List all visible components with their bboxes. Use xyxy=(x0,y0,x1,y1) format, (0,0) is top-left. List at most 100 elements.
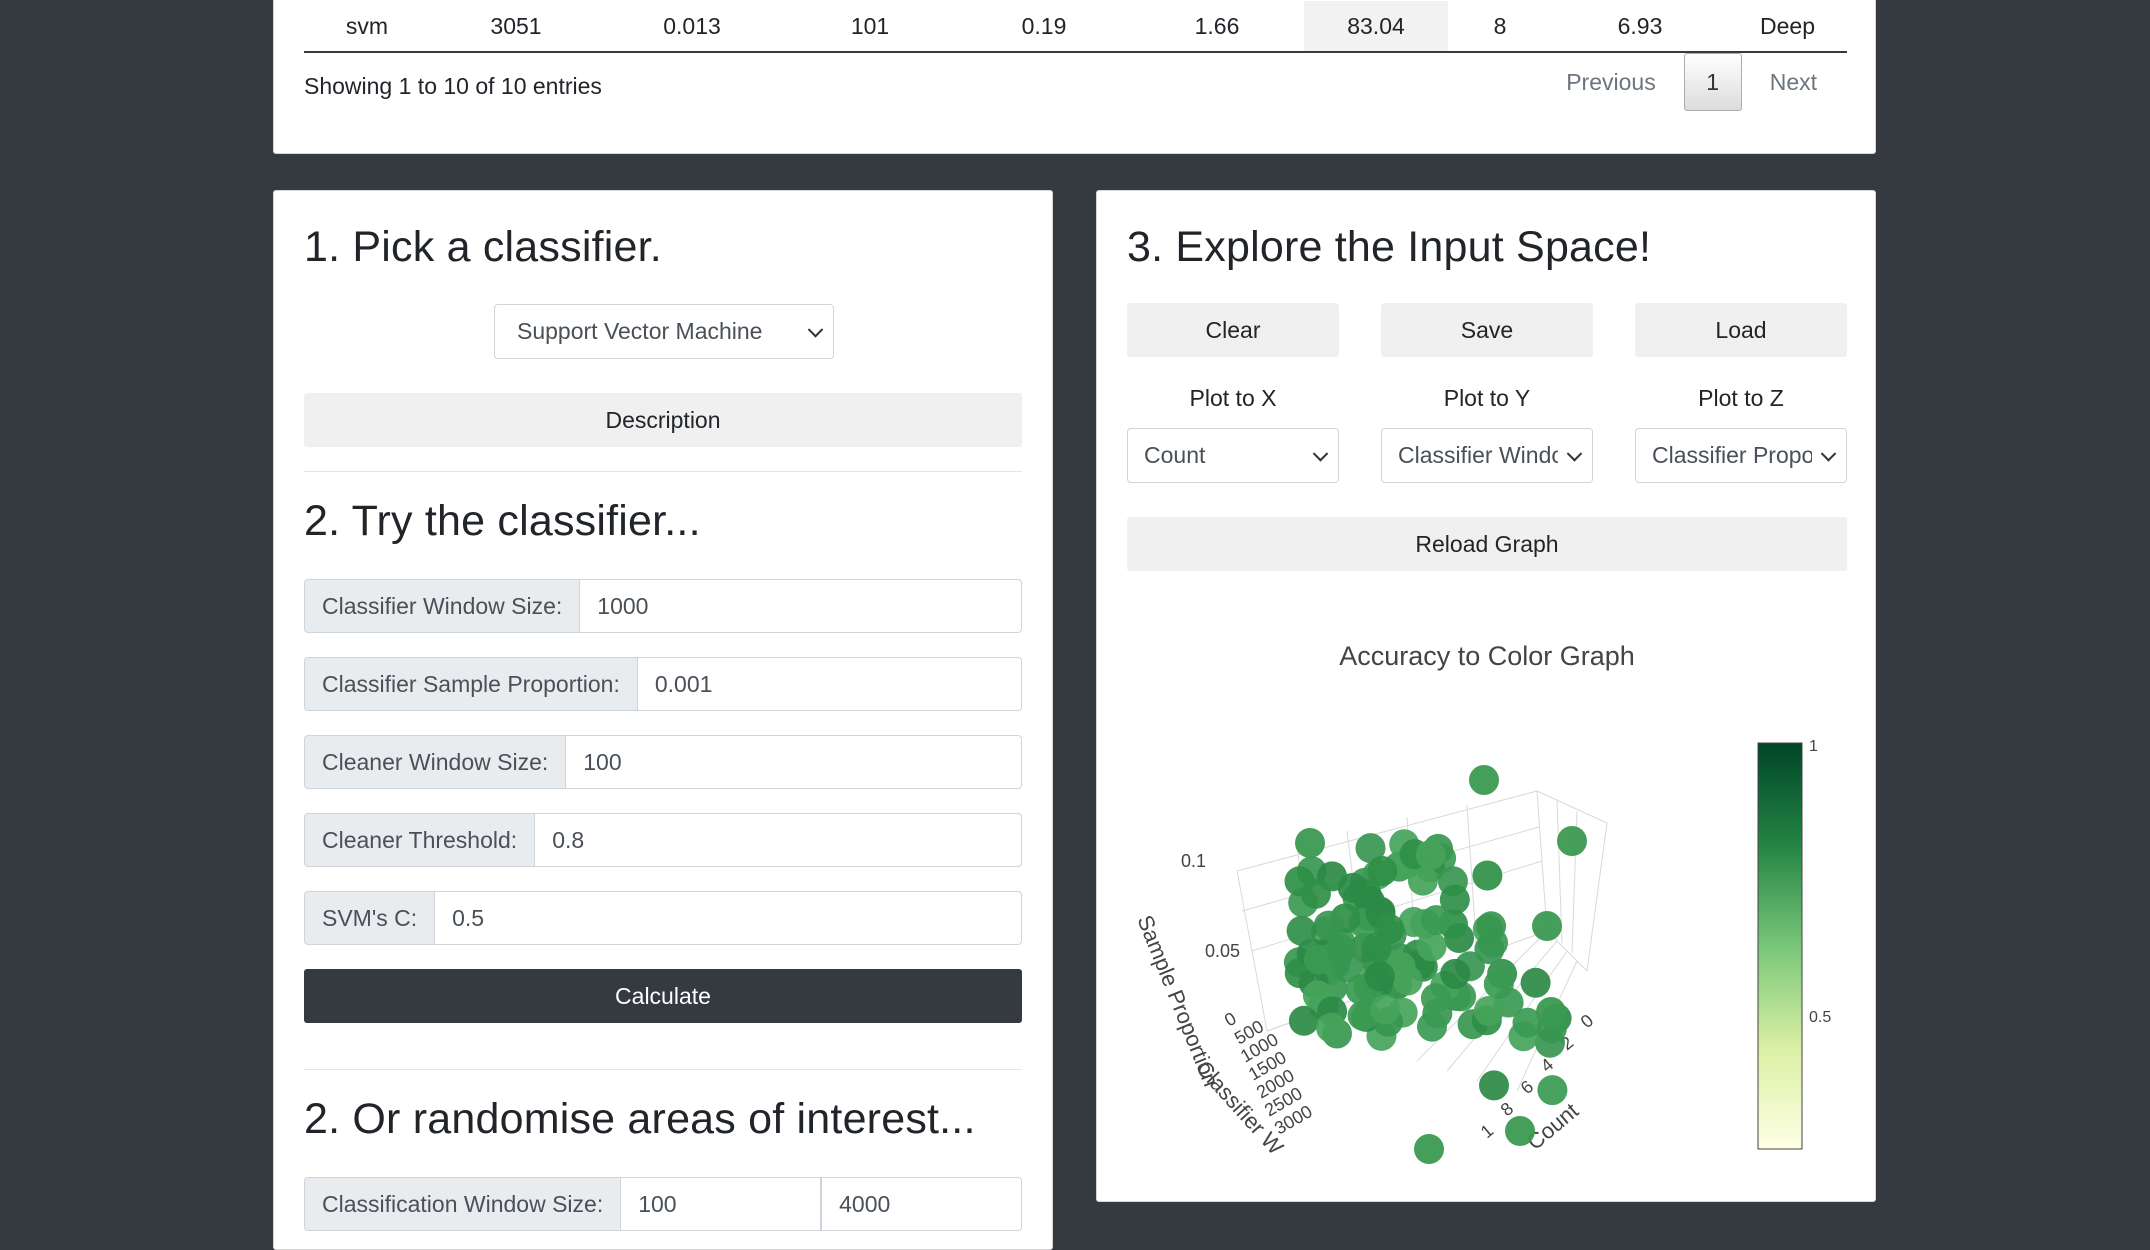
classifier-sample-proportion-input[interactable]: 0.001 xyxy=(637,657,1022,711)
data-point xyxy=(1407,865,1438,896)
data-point xyxy=(1392,965,1423,996)
accuracy-scatter-3d[interactable]: 0.10.05Sample Proportion0500100015002000… xyxy=(1117,731,1857,1171)
data-point xyxy=(1286,915,1317,946)
reload-graph-button[interactable]: Reload Graph xyxy=(1127,517,1847,571)
table-cell: 0.19 xyxy=(1021,12,1067,39)
data-point xyxy=(1476,911,1507,942)
data-point xyxy=(1337,872,1368,903)
data-point xyxy=(1532,911,1562,941)
plot-x-select[interactable]: Count xyxy=(1127,428,1339,483)
plot-y-label: Plot to Y xyxy=(1443,385,1531,411)
table-cell: svm xyxy=(345,12,389,39)
clear-button[interactable]: Clear xyxy=(1127,303,1339,357)
data-point xyxy=(1505,1116,1535,1146)
table-cell: 1.66 xyxy=(1194,12,1240,39)
plot-z-label: Plot to Z xyxy=(1698,385,1784,411)
data-point xyxy=(1473,996,1504,1026)
chevron-down-icon xyxy=(1566,445,1583,462)
svm-c-input[interactable]: 0.5 xyxy=(435,891,1022,945)
chevron-down-icon xyxy=(807,321,824,338)
range-min-input[interactable]: 100 xyxy=(621,1177,822,1231)
x-tick-label: 8 xyxy=(1497,1098,1518,1120)
data-point xyxy=(1472,860,1503,891)
classifier-window-size-field: Classifier Window Size: 1000 xyxy=(304,579,1022,633)
field-label: Classifier Window Size: xyxy=(304,579,581,633)
table-cell: 6.93 xyxy=(1617,12,1663,39)
data-point xyxy=(1364,961,1395,992)
previous-page-button[interactable]: Previous xyxy=(1538,53,1683,111)
classifier-select[interactable]: Support Vector Machine xyxy=(494,304,834,359)
graph-title: Accuracy to Color Graph xyxy=(1339,641,1635,671)
field-label: Classification Window Size: xyxy=(304,1177,622,1231)
data-point xyxy=(1415,840,1446,870)
plot-z-select[interactable]: Classifier Proportion xyxy=(1635,428,1847,483)
data-point xyxy=(1421,905,1452,936)
classifier-sample-proportion-field: Classifier Sample Proportion: 0.001 xyxy=(304,657,1022,711)
data-point xyxy=(1316,1012,1346,1043)
grid-line xyxy=(1586,822,1608,972)
data-point xyxy=(1414,1134,1444,1164)
classifier-select-value: Support Vector Machine xyxy=(517,318,763,344)
data-point xyxy=(1295,828,1325,858)
field-label: Cleaner Threshold: xyxy=(304,813,536,867)
x-tick-label: 0 xyxy=(1577,1010,1598,1032)
next-page-button[interactable]: Next xyxy=(1742,53,1845,111)
grid-line xyxy=(1536,790,1608,824)
results-table-card: svm 3051 0.013 101 0.19 1.66 83.04 8 6.93 Deep Sh… xyxy=(273,0,1876,154)
x-tick-label: 4 xyxy=(1537,1054,1558,1076)
colorbar-max-tick: 1 xyxy=(1809,738,1818,755)
calculate-button[interactable]: Calculate xyxy=(304,969,1022,1023)
field-label: SVM's C: xyxy=(304,891,436,945)
chevron-down-icon xyxy=(1820,445,1837,462)
table-cell: 101 xyxy=(850,12,890,39)
data-point xyxy=(1440,958,1471,989)
colorbar xyxy=(1757,742,1803,1150)
plot-x-label: Plot to X xyxy=(1189,385,1277,411)
cleaner-window-size-input[interactable]: 100 xyxy=(566,735,1022,789)
divider xyxy=(304,471,1022,472)
data-point xyxy=(1288,1005,1319,1036)
table-cell: 0.013 xyxy=(663,12,721,39)
description-button[interactable]: Description xyxy=(304,393,1022,447)
data-point xyxy=(1479,1070,1509,1101)
save-button[interactable]: Save xyxy=(1381,303,1593,357)
data-point xyxy=(1420,983,1451,1014)
divider xyxy=(304,1069,1022,1070)
plot-y-select[interactable]: Classifier Window Size xyxy=(1381,428,1593,483)
x-tick-label: 6 xyxy=(1517,1076,1538,1098)
z-tick-label: 0.1 xyxy=(1181,851,1206,871)
table-cell: Deep xyxy=(1760,12,1815,39)
step1-title: 1. Pick a classifier. xyxy=(304,223,662,271)
step2-title: 2. Try the classifier... xyxy=(304,497,701,545)
table-row: svm 3051 0.013 101 0.19 1.66 83.04 8 6.93 Deep xyxy=(304,1,1847,53)
table-cell: 3051 xyxy=(490,12,542,39)
classification-window-size-range-field: Classification Window Size: 100 4000 xyxy=(304,1177,1022,1231)
cleaner-window-size-field: Cleaner Window Size: 100 xyxy=(304,735,1022,789)
data-point xyxy=(1374,914,1405,944)
classifier-window-size-input[interactable]: 1000 xyxy=(580,579,1022,633)
field-label: Classifier Sample Proportion: xyxy=(304,657,638,711)
data-point xyxy=(1520,967,1551,998)
data-point xyxy=(1537,1075,1568,1106)
data-point xyxy=(1300,878,1331,909)
explore-card: 3. Explore the Input Space! Clear Save L… xyxy=(1096,190,1876,1202)
colorbar-mid-tick: 0.5 xyxy=(1809,1009,1831,1026)
x-tick-label: 1 xyxy=(1477,1120,1498,1142)
z-tick-label: 0.05 xyxy=(1205,941,1240,961)
table-cell: 8 xyxy=(1493,12,1507,39)
table-info: Showing 1 to 10 of 10 entries xyxy=(304,73,602,99)
data-point xyxy=(1557,826,1587,856)
cleaner-threshold-input[interactable]: 0.8 xyxy=(535,813,1022,867)
chevron-down-icon xyxy=(1312,445,1329,462)
data-point xyxy=(1536,997,1566,1027)
pagination: Previous 1 Next xyxy=(1538,53,1845,111)
range-max-input[interactable]: 4000 xyxy=(821,1177,1022,1231)
current-page-button[interactable]: 1 xyxy=(1683,53,1742,111)
data-point xyxy=(1370,994,1400,1025)
data-point xyxy=(1417,1011,1447,1042)
cleaner-threshold-field: Cleaner Threshold: 0.8 xyxy=(304,813,1022,867)
svm-c-field: SVM's C: 0.5 xyxy=(304,891,1022,945)
data-point xyxy=(1469,765,1499,795)
classifier-card: 1. Pick a classifier. Support Vector Mac… xyxy=(273,190,1053,1250)
load-button[interactable]: Load xyxy=(1635,303,1847,357)
